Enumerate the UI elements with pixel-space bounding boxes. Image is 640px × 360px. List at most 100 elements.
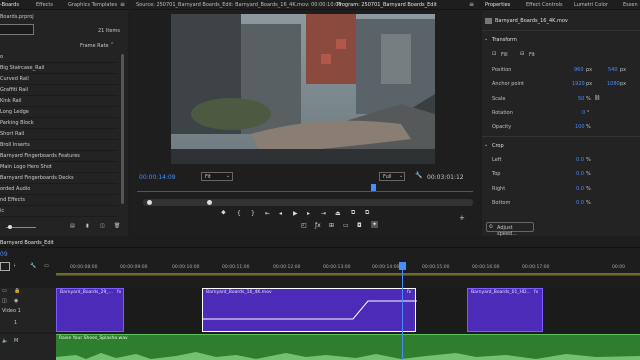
add-marker-icon[interactable]: ⯁: [221, 210, 226, 218]
chevron-down-icon[interactable]: ⌄: [484, 36, 488, 42]
video-clip[interactable]: Barnyard_Boards_29_... fx: [56, 288, 124, 332]
toggle-track-output-icon[interactable]: ▭: [2, 288, 7, 294]
wrench-icon[interactable]: 🔧: [415, 172, 422, 179]
step-back-icon[interactable]: ◂: [279, 210, 282, 217]
new-item-icon[interactable]: ◫: [100, 223, 105, 229]
comparison-view-icon[interactable]: ◰: [301, 222, 307, 229]
tab-effects[interactable]: Effects: [36, 2, 53, 8]
tab-sequence[interactable]: Barnyard Boards_Edit: [0, 240, 54, 246]
tab-lumetri-color[interactable]: Lumetri Color: [574, 2, 608, 8]
panel-menu-icon[interactable]: ≡: [469, 1, 474, 8]
lock-icon[interactable]: 🔒: [14, 288, 20, 294]
speaker-icon[interactable]: 🔈: [2, 338, 8, 344]
crop-bottom-value[interactable]: 0.0: [576, 200, 584, 206]
tab-effect-controls[interactable]: Effect Controls: [526, 2, 563, 8]
panel-menu-icon[interactable]: ≡: [120, 1, 125, 8]
zoom-slider-handle[interactable]: [8, 225, 12, 229]
position-x-value[interactable]: 960: [574, 67, 584, 73]
list-item[interactable]: Barnyard Fingerboards Features: [0, 151, 118, 162]
new-bin-icon[interactable]: ▮: [86, 223, 89, 229]
linked-selection-icon[interactable]: ⟊: [14, 263, 15, 269]
keyframe-graph[interactable]: [203, 289, 417, 333]
mark-out-icon[interactable]: }: [251, 210, 255, 217]
step-forward-icon[interactable]: ▸: [307, 210, 310, 217]
project-search-input[interactable]: [0, 24, 34, 35]
monitor-time-ruler[interactable]: [137, 186, 473, 192]
transform-section-title[interactable]: Transform: [492, 37, 517, 43]
list-item[interactable]: Graffiti Rail: [0, 85, 118, 96]
fill-button-label[interactable]: Fill: [501, 52, 508, 58]
tab-source[interactable]: Source: 250701_Barnyard Boards_Edit: Bar…: [136, 2, 342, 8]
work-area-bar[interactable]: [56, 273, 640, 275]
scale-value[interactable]: 50: [578, 96, 584, 102]
playhead[interactable]: [402, 262, 403, 360]
eye-icon[interactable]: ◉: [14, 298, 18, 304]
list-item[interactable]: ic: [0, 206, 118, 217]
lift-icon[interactable]: ⏏: [335, 210, 341, 217]
clear-icon[interactable]: 🗑: [114, 223, 120, 229]
fx-toggle-icon[interactable]: ƒx: [315, 222, 321, 229]
audio-clip[interactable]: Raise Your Shoes_Splashe.wav: [56, 334, 640, 360]
sync-lock-icon[interactable]: ◫: [2, 298, 7, 304]
tab-project[interactable]: -Boards: [0, 2, 19, 8]
playhead-marker-icon[interactable]: [371, 184, 376, 191]
zoom-handle-left[interactable]: [147, 200, 152, 205]
tab-properties[interactable]: Properties: [485, 2, 510, 8]
wrench-icon[interactable]: 🔧: [30, 263, 36, 269]
fit-dropdown[interactable]: Fit ⌄: [201, 172, 233, 181]
sort-icon[interactable]: ▤: [70, 223, 75, 229]
timeline-timecode[interactable]: 09: [0, 251, 8, 258]
list-item[interactable]: Parking Block: [0, 118, 118, 129]
list-item[interactable]: nd Effects: [0, 195, 118, 206]
crop-top-value[interactable]: 0.0: [576, 171, 584, 177]
mark-in-icon[interactable]: {: [237, 210, 241, 217]
list-item[interactable]: Main Logo Hero Shot: [0, 162, 118, 173]
crop-right-value[interactable]: 0.0: [576, 186, 584, 192]
list-item[interactable]: Barnyard Fingerboards Decks: [0, 173, 118, 184]
zoom-handle-right[interactable]: [207, 200, 212, 205]
list-item[interactable]: orded Audio: [0, 184, 118, 195]
adjust-speed-button[interactable]: ⏲ Adjust speed...: [486, 222, 534, 237]
list-item[interactable]: Curved Rail: [0, 74, 118, 85]
position-y-value[interactable]: 540: [608, 67, 618, 73]
anchor-x-value[interactable]: 1920: [572, 81, 585, 87]
settings-icon[interactable]: ✦: [371, 221, 379, 228]
list-item[interactable]: Kink Rail: [0, 96, 118, 107]
crop-left-value[interactable]: 0.0: [576, 157, 584, 163]
chevron-down-icon[interactable]: ⌄: [484, 142, 488, 148]
anchor-y-value[interactable]: 1080: [607, 81, 620, 87]
fit-button-label[interactable]: Fit: [529, 52, 535, 58]
vertical-scrollbar[interactable]: [121, 54, 124, 204]
mute-icon[interactable]: M: [14, 338, 18, 344]
opacity-value[interactable]: 100: [575, 124, 585, 130]
column-header-frame-rate[interactable]: Frame Rate: [80, 43, 109, 49]
video-clip[interactable]: Barnyard_Boards_01_HD... fx: [467, 288, 543, 332]
video-clip-selected[interactable]: Barnyard_Boards_16_4K.mov fx: [202, 288, 417, 333]
tab-essential[interactable]: Essen: [623, 2, 638, 8]
add-button-icon[interactable]: +: [459, 214, 465, 222]
zoom-scroll-bar[interactable]: [143, 199, 473, 206]
captions-track-icon[interactable]: ▭: [44, 263, 49, 269]
snap-tool-icon[interactable]: [0, 262, 10, 271]
playhead-handle[interactable]: [399, 262, 406, 270]
export-frame-icon[interactable]: ⧉: [365, 209, 369, 217]
go-to-out-icon[interactable]: ⇥: [321, 210, 326, 217]
safe-margins-icon[interactable]: ⊞: [329, 222, 334, 229]
video-frame[interactable]: [171, 14, 435, 164]
current-timecode[interactable]: 00:00:14:09: [139, 174, 176, 181]
tab-program[interactable]: Program: 250701_Barnyard Boards_Edit: [337, 2, 437, 8]
crop-section-title[interactable]: Crop: [492, 143, 504, 149]
fit-icon[interactable]: ⊟: [520, 51, 524, 57]
list-item[interactable]: Long Ledge: [0, 107, 118, 118]
tab-graphics-templates[interactable]: Graphics Templates: [68, 2, 117, 8]
captions-icon[interactable]: ▭: [343, 222, 349, 229]
fill-icon[interactable]: ⊡: [492, 51, 496, 57]
list-item[interactable]: Big Staircase_Rail: [0, 63, 118, 74]
list-item[interactable]: o: [0, 52, 118, 63]
play-button[interactable]: ▶: [293, 210, 298, 217]
extract-icon[interactable]: ⧉: [351, 209, 355, 217]
go-to-in-icon[interactable]: ⇤: [265, 210, 270, 217]
camera-icon[interactable]: ◘: [357, 222, 362, 229]
list-item[interactable]: Broll Inserts: [0, 140, 118, 151]
resolution-dropdown[interactable]: Full ⌄: [379, 172, 405, 181]
